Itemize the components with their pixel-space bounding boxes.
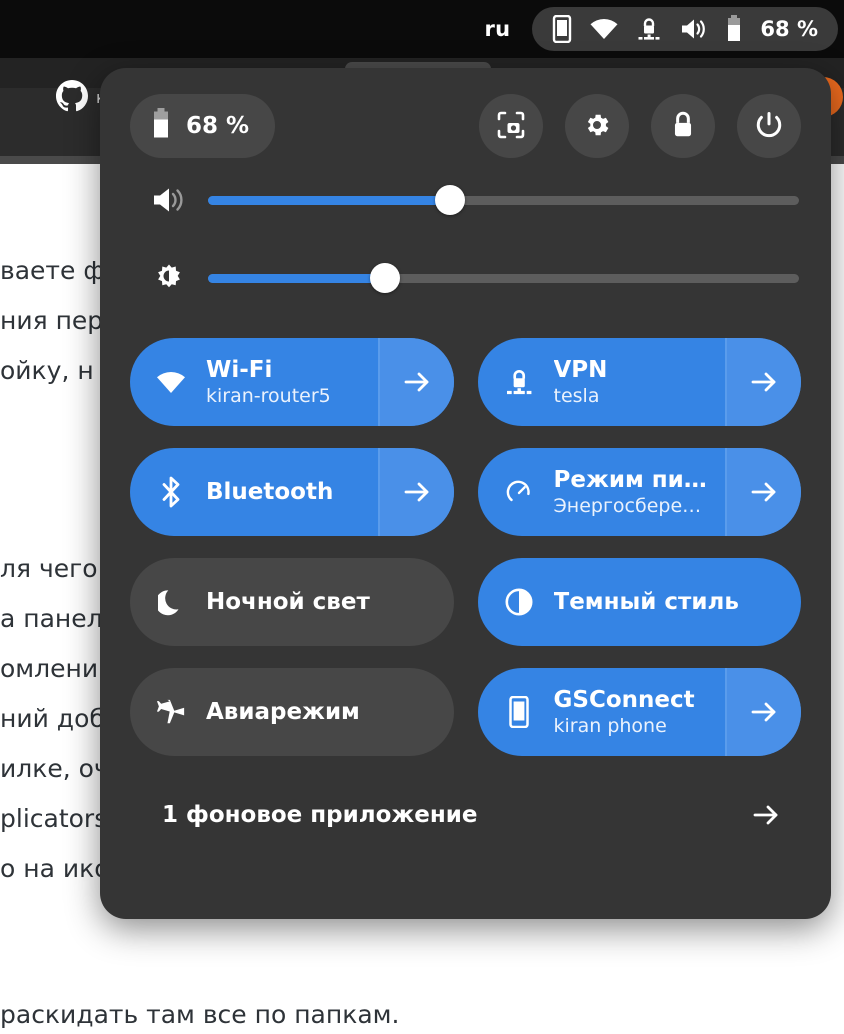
tile-title: Режим пи… (553, 467, 707, 493)
night-light-tile[interactable]: Ночной свет (130, 558, 454, 646)
volume-slider-track[interactable] (208, 185, 799, 215)
volume-icon (680, 17, 708, 41)
background-apps-label: 1 фоновое приложение (162, 802, 478, 828)
tile-title: Bluetooth (206, 479, 334, 505)
tile-title: Авиарежим (206, 699, 360, 725)
phone-icon (504, 696, 534, 728)
tile-toggle-area[interactable]: Авиарежим (130, 668, 454, 756)
vpn-lock-icon (636, 16, 662, 42)
tile-text: Темный стиль (554, 587, 739, 617)
volume-slider-handle[interactable] (435, 185, 466, 215)
brightness-slider-handle[interactable] (370, 263, 401, 293)
keyboard-layout-indicator[interactable]: ru (485, 17, 511, 41)
tile-subtitle: kiran phone (553, 715, 667, 737)
airplane-mode-tile[interactable]: Авиарежим (130, 668, 454, 756)
power-mode-tile[interactable]: Режим пи… Энергосбере… (477, 448, 801, 536)
tile-toggle-area[interactable]: Режим пи… Энергосбере… (478, 448, 726, 536)
arrow-right-icon[interactable] (751, 802, 797, 828)
tile-subtitle: tesla (553, 385, 600, 407)
phone-icon (552, 15, 572, 43)
battery-percentage-label: 68 % (186, 113, 250, 139)
gear-icon (582, 110, 612, 143)
dark-style-tile[interactable]: Темный стиль (477, 558, 802, 646)
background-apps-row[interactable]: 1 фоновое приложение (130, 790, 801, 840)
volume-slider[interactable] (130, 174, 801, 226)
screenshot-button[interactable] (479, 94, 543, 158)
quick-settings-panel: 68 % Wi-Fi kiran-router5 VPN tesla Bluet… (100, 68, 831, 919)
status-area-button[interactable]: 68 % (532, 7, 838, 51)
tile-expand-arrow-right-icon[interactable] (725, 338, 801, 426)
power-icon (754, 110, 784, 143)
brightness-slider-track[interactable] (208, 263, 799, 293)
volume-icon (130, 185, 208, 215)
bluetooth-tile[interactable]: Bluetooth (130, 448, 454, 536)
vpn-tile[interactable]: VPN tesla (477, 338, 801, 426)
brightness-slider[interactable] (130, 252, 801, 304)
system-topbar: ru 68 % (0, 0, 844, 58)
settings-button[interactable] (565, 94, 629, 158)
paragraph-bottom: раскидать там все по папкам. (0, 990, 844, 1034)
battery-icon (726, 15, 742, 43)
tile-expand-arrow-right-icon[interactable] (725, 668, 801, 756)
tile-toggle-area[interactable]: Ночной свет (130, 558, 454, 646)
tile-title: VPN (553, 357, 608, 383)
tile-expand-arrow-right-icon[interactable] (377, 338, 454, 426)
wifi-icon (590, 18, 618, 40)
brightness-slider-fill (208, 273, 386, 283)
tile-subtitle: kiran-router5 (206, 385, 331, 407)
tile-text: Wi-Fi kiran-router5 (206, 356, 331, 408)
screen: ваете ф ния пер ойку, н ля чего а панел … (0, 0, 844, 1034)
battery-percentage-label: 68 % (760, 17, 818, 41)
volume-slider-fill (208, 195, 451, 205)
tile-toggle-area[interactable]: Bluetooth (130, 448, 378, 536)
github-icon (56, 80, 88, 116)
tile-text: Авиарежим (206, 697, 360, 727)
tile-toggle-area[interactable]: Темный стиль (478, 558, 802, 646)
lock-icon (669, 110, 697, 143)
lock-button[interactable] (651, 94, 715, 158)
battery-icon (152, 108, 170, 144)
vpn-lock-icon (504, 367, 534, 397)
quick-settings-tile-grid: Wi-Fi kiran-router5 VPN tesla Bluetooth Режим… (130, 338, 801, 756)
airplane-icon (156, 697, 186, 727)
tile-title: Wi-Fi (206, 357, 273, 383)
wifi-tile[interactable]: Wi-Fi kiran-router5 (130, 338, 454, 426)
gsconnect-tile[interactable]: GSConnect kiran phone (477, 668, 801, 756)
battery-status-button[interactable]: 68 % (130, 94, 276, 158)
tile-expand-arrow-right-icon[interactable] (725, 448, 801, 536)
tile-toggle-area[interactable]: Wi-Fi kiran-router5 (130, 338, 378, 426)
page-line: раскидать там все по папкам. (0, 1000, 400, 1029)
tile-subtitle: Энергосбере… (553, 495, 702, 517)
screenshot-icon (496, 110, 526, 143)
moon-icon (156, 587, 186, 617)
tile-toggle-area[interactable]: GSConnect kiran phone (478, 668, 726, 756)
wifi-icon (156, 370, 186, 394)
half-circle-icon (504, 587, 534, 617)
bluetooth-icon (156, 475, 186, 509)
power-button[interactable] (737, 94, 801, 158)
tile-text: Режим пи… Энергосбере… (554, 466, 707, 518)
speedometer-icon (504, 476, 534, 508)
quick-settings-header: 68 % (130, 94, 801, 158)
tile-text: VPN tesla (554, 356, 608, 408)
tile-title: Темный стиль (553, 589, 739, 615)
brightness-icon (130, 262, 208, 294)
tile-text: GSConnect kiran phone (554, 686, 695, 738)
tile-title: GSConnect (553, 687, 695, 713)
tile-title: Ночной свет (206, 589, 370, 615)
tile-text: Ночной свет (206, 587, 370, 617)
tile-toggle-area[interactable]: VPN tesla (478, 338, 726, 426)
tile-expand-arrow-right-icon[interactable] (377, 448, 454, 536)
tile-text: Bluetooth (206, 477, 333, 507)
